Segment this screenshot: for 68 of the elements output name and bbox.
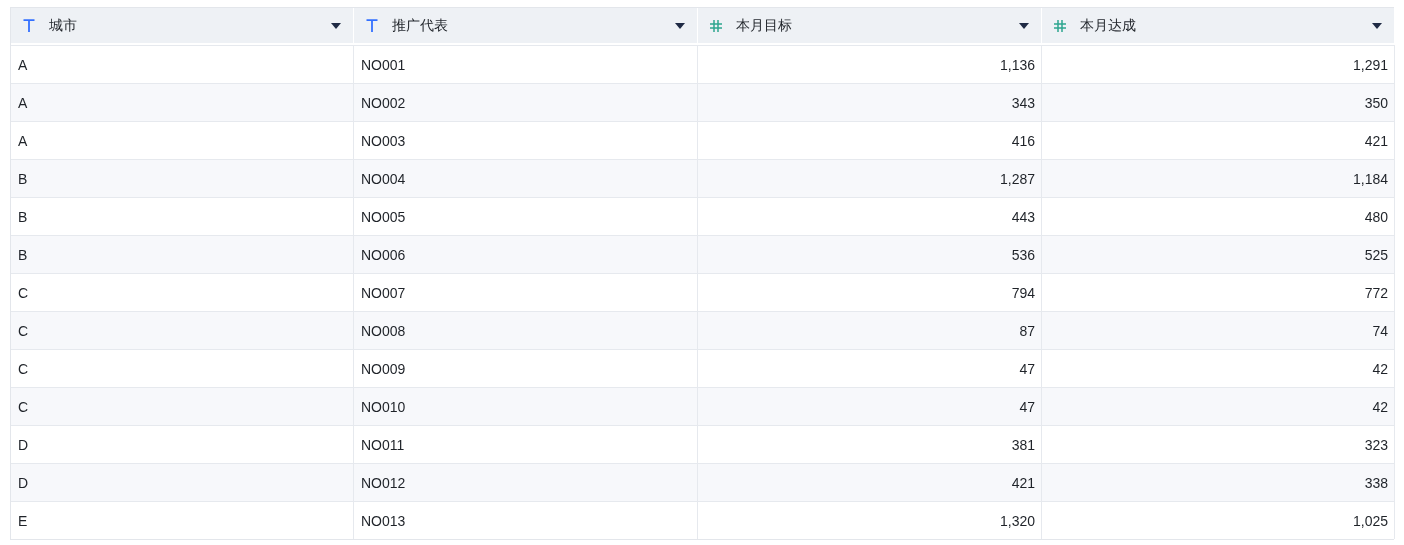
table-cell: 42 bbox=[1372, 398, 1388, 415]
dropdown-caret-icon[interactable] bbox=[1019, 22, 1029, 29]
table-cell: NO008 bbox=[361, 322, 406, 339]
table-cell: 1,320 bbox=[999, 512, 1035, 529]
table-cell: NO006 bbox=[361, 246, 406, 263]
dropdown-caret-icon[interactable] bbox=[1372, 22, 1382, 29]
table-cell: A bbox=[18, 94, 28, 111]
table-cell: C bbox=[18, 360, 29, 377]
table-cell: NO004 bbox=[361, 170, 406, 187]
table-cell: NO001 bbox=[361, 56, 406, 73]
table-cell: 47 bbox=[1019, 360, 1035, 377]
column-title: 推广代表 bbox=[392, 16, 449, 35]
table-cell: 416 bbox=[1011, 132, 1035, 149]
table-cell: C bbox=[18, 398, 29, 415]
table-cell: B bbox=[18, 246, 28, 263]
table-cell: 381 bbox=[1011, 436, 1035, 453]
table-cell: 525 bbox=[1364, 246, 1388, 263]
table-cell: B bbox=[18, 170, 28, 187]
table-cell: 1,291 bbox=[1352, 56, 1388, 73]
text-type-icon bbox=[366, 19, 378, 32]
table-cell: 1,136 bbox=[999, 56, 1035, 73]
column-header[interactable]: 本月达成 bbox=[1042, 8, 1395, 45]
table-cell: 536 bbox=[1011, 246, 1035, 263]
table-cell: NO011 bbox=[361, 436, 405, 453]
column-header[interactable]: 城市 bbox=[11, 8, 354, 45]
table-cell: 421 bbox=[1364, 132, 1388, 149]
dropdown-caret-icon[interactable] bbox=[675, 22, 685, 29]
number-type-icon bbox=[710, 19, 722, 32]
table-cell: 772 bbox=[1364, 284, 1388, 301]
dropdown-caret-icon[interactable] bbox=[331, 22, 341, 29]
table-cell: E bbox=[18, 512, 28, 529]
table-cell: 87 bbox=[1019, 322, 1035, 339]
text-type-icon bbox=[23, 19, 35, 32]
table-cell: D bbox=[18, 436, 29, 453]
table-cell: 47 bbox=[1019, 398, 1035, 415]
table-cell: 480 bbox=[1364, 208, 1388, 225]
table-cell: NO003 bbox=[361, 132, 406, 149]
table-cell: NO013 bbox=[361, 512, 406, 529]
table-cell: 443 bbox=[1011, 208, 1035, 225]
column-header[interactable]: 推广代表 bbox=[354, 8, 698, 45]
table-cell: 1,287 bbox=[999, 170, 1035, 187]
column-title: 城市 bbox=[49, 16, 78, 35]
table-cell: NO012 bbox=[361, 474, 406, 491]
table-cell: D bbox=[18, 474, 29, 491]
table-cell: C bbox=[18, 284, 29, 301]
column-header[interactable]: 本月目标 bbox=[698, 8, 1042, 45]
table-cell: 42 bbox=[1372, 360, 1388, 377]
table-cell: 74 bbox=[1372, 322, 1388, 339]
table-cell: NO005 bbox=[361, 208, 406, 225]
table-cell: A bbox=[18, 56, 28, 73]
column-title: 本月达成 bbox=[1080, 16, 1137, 35]
table-cell: 338 bbox=[1364, 474, 1388, 491]
table-cell: NO002 bbox=[361, 94, 406, 111]
number-type-icon bbox=[1054, 19, 1066, 32]
table-cell: C bbox=[18, 322, 29, 339]
table-cell: B bbox=[18, 208, 28, 225]
table-cell: NO010 bbox=[361, 398, 406, 415]
table-cell: 421 bbox=[1011, 474, 1035, 491]
table-cell: 323 bbox=[1364, 436, 1388, 453]
table-cell: NO009 bbox=[361, 360, 406, 377]
table-cell: A bbox=[18, 132, 28, 149]
table-cell: 350 bbox=[1364, 94, 1388, 111]
table-cell: 794 bbox=[1011, 284, 1035, 301]
table-cell: NO007 bbox=[361, 284, 406, 301]
column-title: 本月目标 bbox=[736, 16, 793, 35]
table-cell: 343 bbox=[1011, 94, 1035, 111]
table-cell: 1,184 bbox=[1352, 170, 1388, 187]
table-cell: 1,025 bbox=[1352, 512, 1388, 529]
